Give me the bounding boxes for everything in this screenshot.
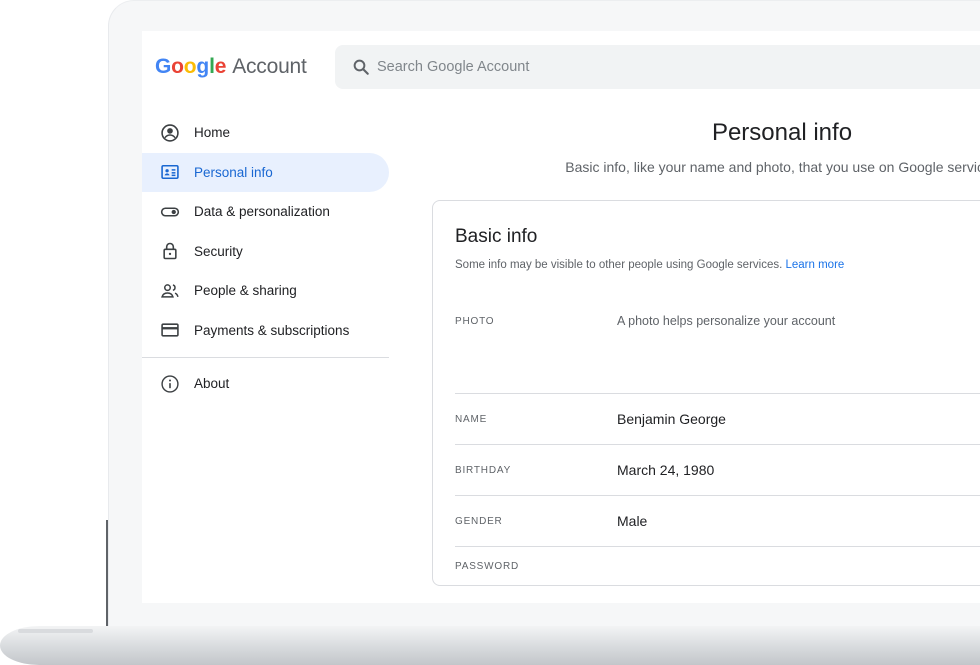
page-title: Personal info <box>711 119 853 146</box>
row-value: A photo helps personalize your account <box>617 314 836 328</box>
sidebar-item-home[interactable]: Home <box>142 113 389 153</box>
toggle-icon <box>160 202 180 222</box>
sidebar-item-label: Data & personalization <box>194 204 330 220</box>
password-row[interactable]: PASSWORD <box>433 547 980 587</box>
logo-letter: G <box>155 55 172 78</box>
sidebar-item-label: Payments & subscriptions <box>194 322 350 338</box>
laptop-hinge <box>106 520 108 632</box>
sidebar-item-people-sharing[interactable]: People & sharing <box>142 271 389 311</box>
sidebar-item-label: About <box>194 376 230 392</box>
sidebar-item-about[interactable]: About <box>142 364 389 404</box>
account-circle-icon <box>160 123 180 143</box>
lock-icon <box>160 241 180 261</box>
sidebar-item-personal-info[interactable]: Personal info <box>142 152 389 192</box>
logo-letter: o <box>183 55 197 78</box>
basic-info-card: Basic info Some info may be visible to o… <box>432 200 980 586</box>
sidebar-item-label: Home <box>194 125 231 141</box>
gender-row[interactable]: GENDER Male <box>433 496 980 546</box>
laptop-base-notch <box>18 629 93 633</box>
logo-letter: e <box>214 55 227 78</box>
app-screen: Google Account Home Personal info Data &… <box>142 31 980 603</box>
laptop-base <box>0 626 980 665</box>
sidebar-item-label: Personal info <box>194 164 273 180</box>
logo-letter: o <box>171 55 184 78</box>
search-input[interactable] <box>377 59 877 75</box>
credit-card-icon <box>160 320 180 340</box>
name-row[interactable]: NAME Benjamin George <box>433 394 980 444</box>
sidebar-item-label: People & sharing <box>194 283 297 299</box>
id-card-icon <box>160 162 180 182</box>
sidebar-item-label: Security <box>194 243 243 259</box>
card-description: Some info may be visible to other people… <box>455 259 844 271</box>
info-icon <box>160 374 180 394</box>
logo-suffix: Account <box>232 55 307 78</box>
row-label: PHOTO <box>455 315 495 327</box>
sidebar-nav: Home Personal info Data & personalizatio… <box>142 113 389 404</box>
row-label: PASSWORD <box>455 561 519 572</box>
card-description-text: Some info may be visible to other people… <box>455 259 783 271</box>
row-label: NAME <box>455 413 488 425</box>
people-icon <box>160 281 180 301</box>
birthday-row[interactable]: BIRTHDAY March 24, 1980 <box>433 445 980 495</box>
google-account-logo[interactable]: Google Account <box>155 55 307 79</box>
sidebar-item-payments[interactable]: Payments & subscriptions <box>142 311 389 351</box>
sidebar-item-security[interactable]: Security <box>142 232 389 272</box>
search-bar[interactable] <box>335 45 980 89</box>
photo-row[interactable]: PHOTO A photo helps personalize your acc… <box>433 293 980 349</box>
sidebar-divider <box>142 357 389 358</box>
row-value: Benjamin George <box>617 411 726 427</box>
sidebar-item-data-personalization[interactable]: Data & personalization <box>142 192 389 232</box>
row-value: Male <box>617 513 648 529</box>
learn-more-link[interactable]: Learn more <box>786 259 845 271</box>
row-label: BIRTHDAY <box>455 464 512 476</box>
page-subtitle: Basic info, like your name and photo, th… <box>565 159 980 175</box>
logo-letter: g <box>196 55 210 78</box>
card-title: Basic info <box>455 226 538 247</box>
row-value: March 24, 1980 <box>617 462 715 478</box>
logo-word: Google <box>155 55 226 79</box>
row-label: GENDER <box>455 515 503 527</box>
